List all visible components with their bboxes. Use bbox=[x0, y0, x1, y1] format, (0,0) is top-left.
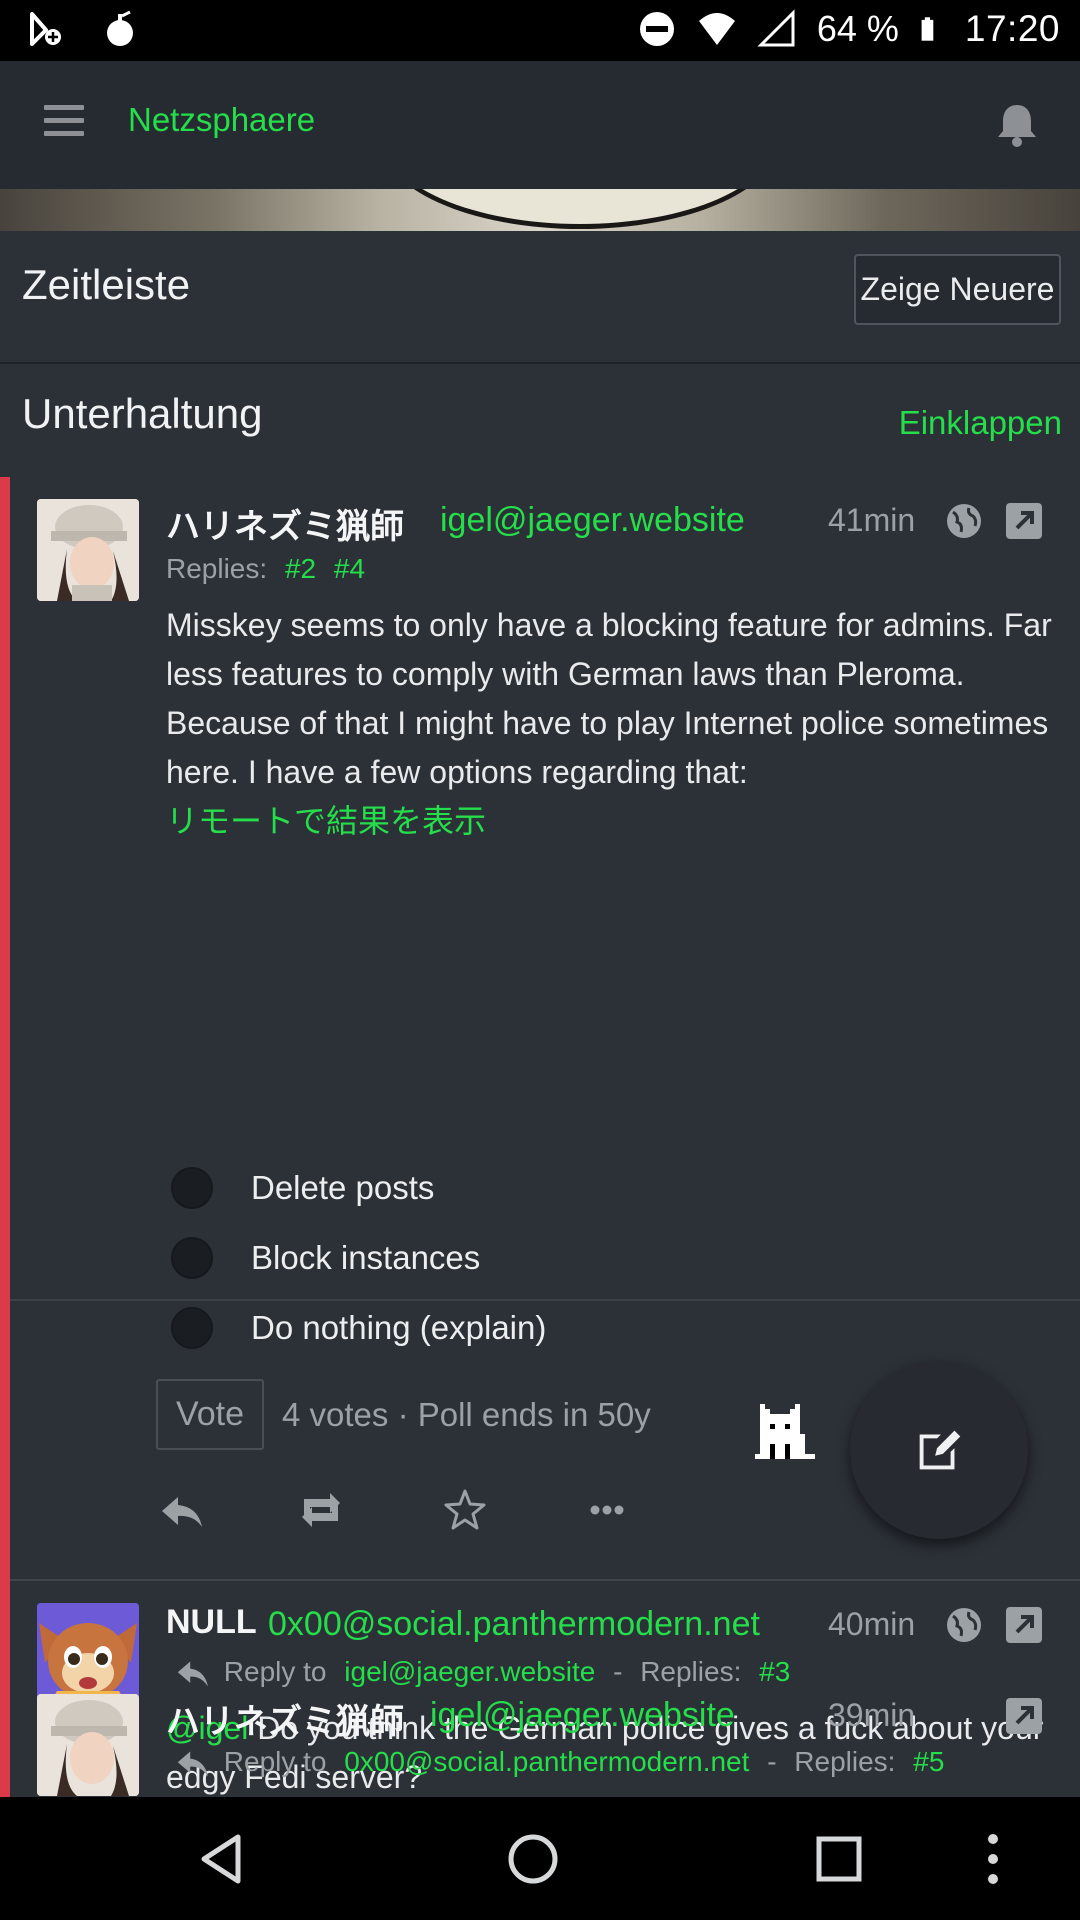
replies-label: Replies: bbox=[640, 1656, 742, 1687]
reply-info-row: Reply to 0x00@social.panthermodern.net -… bbox=[172, 1746, 944, 1780]
account-handle[interactable]: igel@jaeger.website bbox=[430, 1696, 735, 1735]
reply-button[interactable] bbox=[156, 1485, 206, 1535]
more-button[interactable] bbox=[582, 1485, 632, 1535]
show-remote-results-link[interactable]: リモートで結果を表示 bbox=[166, 797, 1066, 846]
battery-percent: 64 % bbox=[816, 8, 899, 49]
globe-icon bbox=[947, 504, 981, 538]
reply-to-label: Reply to bbox=[223, 1656, 327, 1687]
repeat-button[interactable] bbox=[296, 1485, 346, 1535]
compose-button[interactable] bbox=[850, 1361, 1028, 1539]
reply-to-label: Reply to bbox=[223, 1746, 327, 1777]
vote-button[interactable]: Vote bbox=[156, 1379, 264, 1450]
reply-link[interactable]: #2 bbox=[285, 553, 316, 584]
app-notification-icon bbox=[107, 10, 133, 46]
external-link-icon[interactable] bbox=[1005, 1606, 1043, 1644]
reply-arrow-icon bbox=[177, 1751, 208, 1777]
status-content: Misskey seems to only have a blocking fe… bbox=[166, 601, 1066, 846]
cell-signal-icon bbox=[757, 9, 795, 47]
recents-icon[interactable] bbox=[809, 1829, 869, 1889]
battery-icon bbox=[921, 17, 934, 41]
reply-arrow-icon bbox=[177, 1661, 208, 1687]
more-dots-icon bbox=[590, 1505, 624, 1515]
poll-option-label: Do nothing (explain) bbox=[251, 1309, 547, 1346]
conversation-accent-bar bbox=[0, 1694, 10, 1797]
top-nav: Netzsphaere bbox=[0, 61, 1080, 189]
account-handle[interactable]: igel@jaeger.website bbox=[440, 501, 745, 540]
main-content: Zeitleiste Zeige Neuere Unterhaltung Ein… bbox=[0, 231, 1080, 1797]
clock: 17:20 bbox=[964, 8, 1060, 49]
conversation-header: Unterhaltung Einklappen bbox=[0, 364, 1080, 477]
wifi-icon bbox=[698, 13, 735, 45]
star-icon bbox=[444, 1489, 486, 1530]
reply-link[interactable]: #3 bbox=[759, 1656, 790, 1687]
poll-option-delete-posts[interactable]: Delete posts bbox=[171, 1167, 434, 1209]
post-time[interactable]: 41min bbox=[828, 502, 915, 539]
notifications-bell-icon[interactable] bbox=[992, 99, 1042, 149]
system-navigation-bar bbox=[0, 1797, 1080, 1920]
radio-button[interactable] bbox=[171, 1237, 213, 1279]
status-text: Misskey seems to only have a blocking fe… bbox=[166, 607, 1052, 790]
external-link-icon[interactable] bbox=[1005, 1697, 1043, 1735]
reply-icon bbox=[162, 1497, 202, 1527]
post-time[interactable]: 39min bbox=[828, 1697, 915, 1734]
conversation-panel: Unterhaltung Einklappen ハリネズミ猟師 igel@jae… bbox=[0, 364, 1080, 1797]
conversation-title: Unterhaltung bbox=[22, 390, 263, 437]
display-name[interactable]: ハリネズミ猟師 bbox=[166, 499, 404, 548]
play-store-icon bbox=[30, 12, 61, 46]
do-not-disturb-icon bbox=[639, 12, 674, 46]
post-time[interactable]: 40min bbox=[828, 1606, 915, 1643]
display-name[interactable]: ハリネズミ猟師 bbox=[166, 1694, 404, 1743]
poll-option-block-instances[interactable]: Block instances bbox=[171, 1237, 480, 1279]
favorite-button[interactable] bbox=[440, 1485, 490, 1535]
account-handle[interactable]: 0x00@social.panthermodern.net bbox=[268, 1605, 760, 1644]
show-newer-button[interactable]: Zeige Neuere bbox=[854, 254, 1061, 325]
reply-info-row: Reply to igel@jaeger.website - Replies: … bbox=[172, 1656, 790, 1690]
timeline-header: Zeitleiste Zeige Neuere bbox=[0, 231, 1080, 362]
separator: - bbox=[613, 1656, 623, 1687]
collapse-button[interactable]: Einklappen bbox=[899, 404, 1062, 442]
replies-row: Replies: #2 #4 bbox=[166, 553, 365, 585]
site-name[interactable]: Netzsphaere bbox=[128, 101, 315, 139]
overflow-menu-icon[interactable] bbox=[983, 1829, 1003, 1889]
poll-option-do-nothing[interactable]: Do nothing (explain) bbox=[171, 1307, 546, 1349]
reply-to-link[interactable]: 0x00@social.panthermodern.net bbox=[344, 1746, 749, 1777]
avatar[interactable] bbox=[37, 499, 139, 601]
poll-option-label: Block instances bbox=[251, 1239, 481, 1276]
radio-button[interactable] bbox=[171, 1307, 213, 1349]
profile-banner bbox=[0, 189, 1080, 231]
menu-icon[interactable] bbox=[44, 105, 84, 141]
poll-option-label: Delete posts bbox=[251, 1169, 435, 1206]
reply-to-link[interactable]: igel@jaeger.website bbox=[344, 1656, 595, 1687]
avatar[interactable] bbox=[37, 1603, 139, 1705]
replies-label: Replies: bbox=[794, 1746, 896, 1777]
home-icon[interactable] bbox=[503, 1829, 563, 1889]
reply-link[interactable]: #5 bbox=[913, 1746, 944, 1777]
status-bar: 64 % 17:20 bbox=[0, 0, 1080, 61]
repeat-icon bbox=[302, 1493, 340, 1527]
replies-label: Replies: bbox=[166, 553, 268, 584]
radio-button[interactable] bbox=[171, 1167, 213, 1209]
external-link-icon[interactable] bbox=[1005, 502, 1043, 540]
poll-info: 4 votes · Poll ends in 50y bbox=[282, 1396, 651, 1433]
back-icon[interactable] bbox=[192, 1829, 252, 1889]
edit-icon bbox=[919, 1430, 961, 1470]
reply-link[interactable]: #4 bbox=[334, 553, 365, 584]
cat-sprite-image bbox=[755, 1404, 815, 1459]
status-post: ハリネズミ猟師 igel@jaeger.website 39min Reply … bbox=[10, 1694, 1080, 1797]
avatar[interactable] bbox=[37, 1694, 139, 1796]
separator: - bbox=[767, 1746, 777, 1777]
display-name[interactable]: NULL bbox=[166, 1603, 257, 1642]
globe-icon bbox=[947, 1608, 981, 1642]
page-title: Zeitleiste bbox=[22, 261, 191, 308]
